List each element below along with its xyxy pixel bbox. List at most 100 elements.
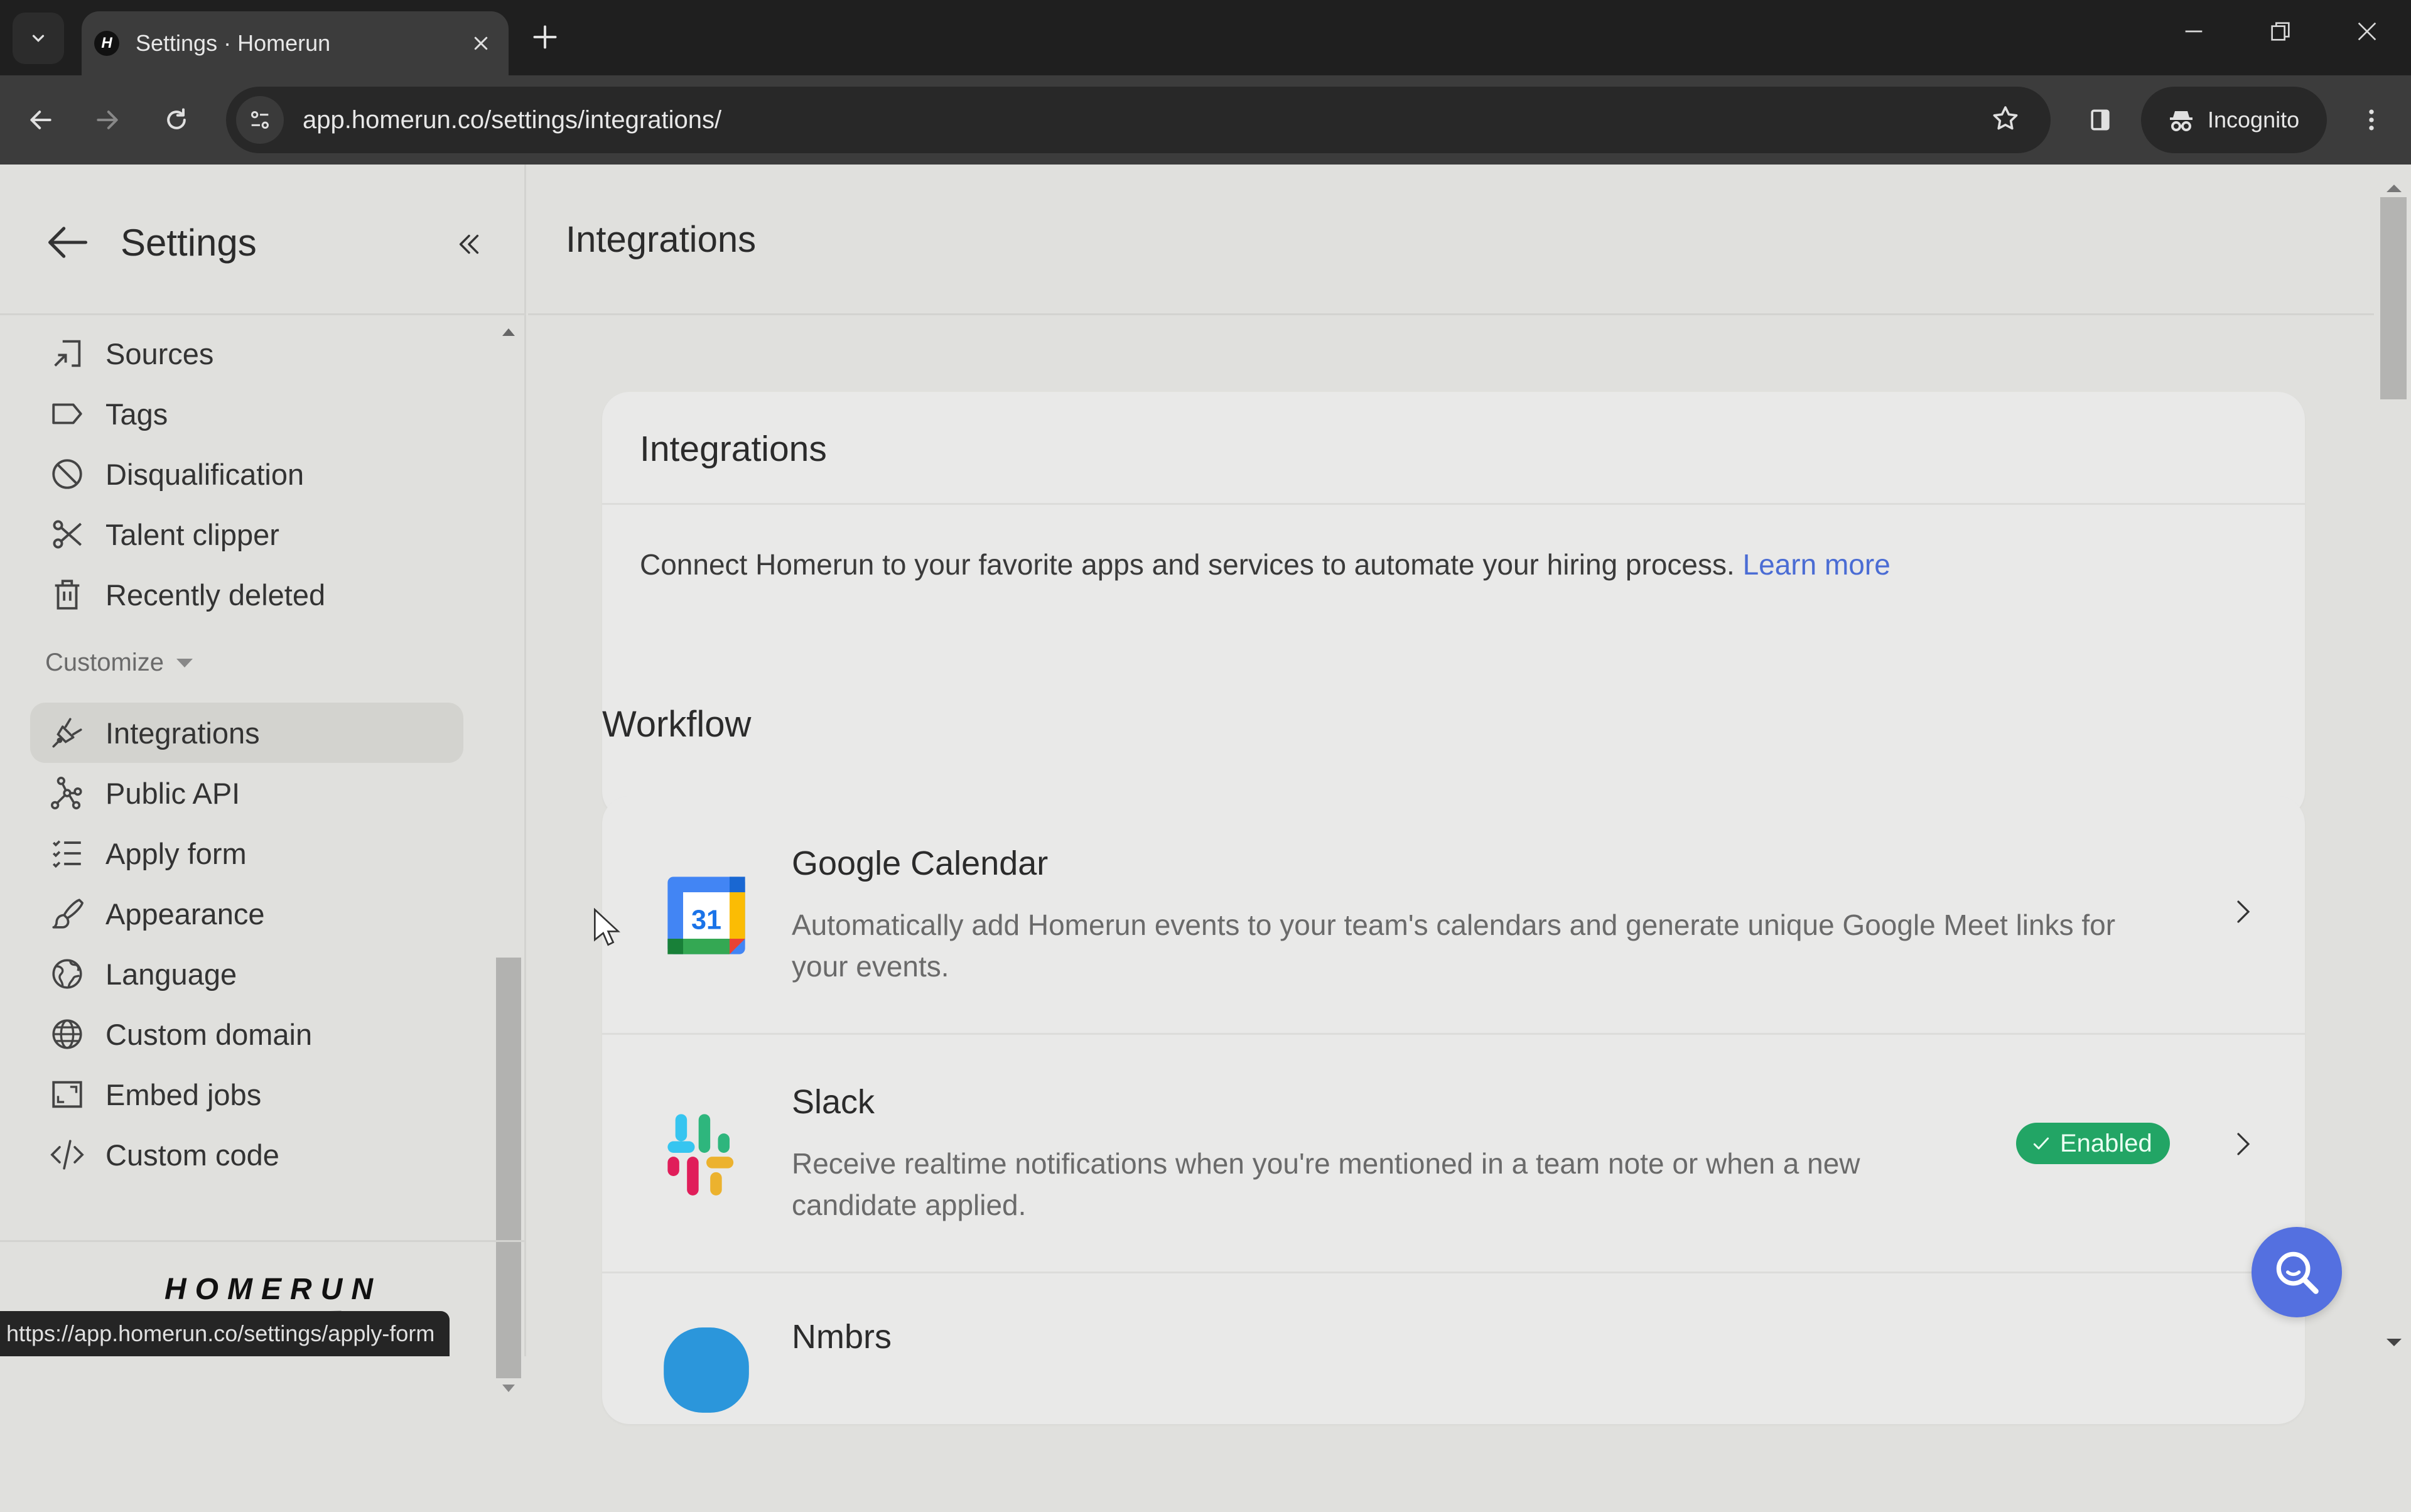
workflow-integrations-list: 31 Google Calendar Automatically add Hom… [602, 796, 2305, 1424]
arrow-right-icon [97, 111, 118, 129]
browser-toolbar: app.homerun.co/settings/integrations/ In… [0, 75, 2411, 165]
integration-name: Slack [792, 1083, 875, 1121]
integration-description: Receive realtime notifications when you'… [792, 1147, 1860, 1221]
site-info-button[interactable] [236, 96, 284, 144]
sidebar-section-customize[interactable]: Customize [45, 649, 193, 677]
tag-icon [46, 393, 88, 435]
side-panel-icon [2091, 109, 2110, 131]
homerun-favicon-icon: H [94, 31, 119, 56]
scroll-down-arrow-icon[interactable] [2387, 1339, 2402, 1346]
browser-tab-active[interactable]: H Settings · Homerun [82, 11, 509, 75]
sidebar-title: Settings [121, 222, 257, 264]
tab-title: Settings · Homerun [136, 30, 331, 56]
arrow-left-icon [30, 111, 51, 129]
api-nodes-icon [46, 772, 88, 814]
learn-more-link[interactable]: Learn more [1743, 548, 1891, 581]
reload-icon [167, 108, 186, 129]
more-vertical-icon [2369, 109, 2374, 131]
sidebar-item-label: Tags [105, 397, 168, 431]
plug-icon [46, 712, 88, 753]
sidebar-item-apply-form[interactable]: Apply form [30, 823, 463, 883]
scroll-down-arrow-icon[interactable] [502, 1385, 515, 1392]
sidebar-item-custom-code[interactable]: Custom code [30, 1125, 463, 1185]
minimize-button[interactable] [2181, 19, 2206, 50]
sidebar-item-tags[interactable]: Tags [30, 384, 463, 444]
main-scrollbar-thumb[interactable] [2380, 197, 2407, 399]
sidebar-item-appearance[interactable]: Appearance [30, 883, 463, 944]
minimize-icon [2185, 30, 2203, 33]
sidebar-item-talent-clipper[interactable]: Talent clipper [30, 504, 463, 564]
tab-close-button[interactable] [466, 28, 496, 58]
open-integration-button[interactable] [2223, 893, 2261, 931]
integration-row-slack[interactable]: Slack Receive realtime notifications whe… [602, 1035, 2305, 1273]
close-icon [474, 36, 488, 50]
sidebar-item-label: Apply form [105, 836, 247, 870]
google-calendar-logo-icon: 31 [660, 869, 753, 962]
settings-sidebar: Settings Sources Tags Disqualification T… [0, 165, 526, 1392]
sidebar-item-embed-jobs[interactable]: Embed jobs [30, 1064, 463, 1125]
back-to-app-button[interactable] [43, 217, 93, 267]
block-icon [46, 453, 88, 495]
browser-menu-button[interactable] [2348, 97, 2395, 143]
section-label: Customize [45, 649, 164, 676]
incognito-indicator[interactable]: Incognito [2141, 87, 2327, 153]
main-header: Integrations [528, 165, 2374, 315]
sidebar-item-public-api[interactable]: Public API [30, 763, 463, 823]
side-panel-button[interactable] [2077, 97, 2123, 143]
plus-icon [533, 25, 557, 49]
back-button[interactable] [18, 97, 64, 143]
close-icon [2358, 22, 2376, 41]
scroll-up-arrow-icon[interactable] [2387, 185, 2402, 192]
forward-button[interactable] [84, 97, 131, 143]
collapse-sidebar-button[interactable] [447, 222, 491, 266]
star-icon [1993, 105, 2018, 129]
calendar-day-text: 31 [691, 905, 721, 936]
sources-icon [46, 333, 88, 374]
status-badge-enabled: Enabled [2016, 1123, 2170, 1164]
sidebar-item-label: Embed jobs [105, 1077, 262, 1111]
url-text[interactable]: app.homerun.co/settings/integrations/ [303, 106, 1990, 134]
mouse-pointer-icon [593, 907, 621, 951]
sidebar-item-custom-domain[interactable]: Custom domain [30, 1004, 463, 1064]
scroll-up-arrow-icon[interactable] [502, 328, 515, 336]
embed-icon [46, 1074, 88, 1115]
integration-row-google-calendar[interactable]: 31 Google Calendar Automatically add Hom… [602, 796, 2305, 1035]
chevron-right-icon [2237, 900, 2250, 923]
sidebar-item-integrations[interactable]: Integrations [30, 703, 463, 763]
browser-tab-bar: H Settings · Homerun [0, 0, 2411, 75]
caret-down-icon [176, 658, 193, 667]
checklist-icon [46, 833, 88, 874]
new-tab-button[interactable] [531, 21, 559, 57]
check-icon [2033, 1137, 2049, 1150]
intro-text: Connect Homerun to your favorite apps an… [640, 548, 1735, 581]
intro-title: Integrations [640, 429, 827, 469]
main-scrollbar[interactable] [2379, 176, 2409, 1356]
globe-icon [46, 1013, 88, 1055]
sidebar-item-sources[interactable]: Sources [30, 323, 463, 384]
slack-logo-icon [660, 1106, 753, 1199]
sidebar-item-label: Language [105, 957, 237, 991]
link-preview-status: https://app.homerun.co/settings/apply-fo… [0, 1311, 450, 1356]
language-globe-icon [46, 953, 88, 995]
window-close-button[interactable] [2354, 19, 2380, 50]
open-integration-button[interactable] [2223, 1125, 2261, 1163]
reload-button[interactable] [153, 97, 200, 143]
help-search-icon [2276, 1251, 2319, 1294]
sidebar-item-recently-deleted[interactable]: Recently deleted [30, 564, 463, 625]
sidebar-item-label: Integrations [105, 716, 260, 750]
page-title: Integrations [566, 219, 757, 260]
tab-search-button[interactable] [13, 13, 64, 64]
help-search-button[interactable] [2252, 1227, 2342, 1317]
incognito-icon [2170, 111, 2193, 131]
sidebar-item-language[interactable]: Language [30, 944, 463, 1004]
intro-description: Connect Homerun to your favorite apps an… [640, 548, 1891, 581]
integration-row-nmbrs[interactable]: Nmbrs [602, 1273, 2305, 1512]
code-icon [46, 1134, 88, 1175]
sidebar-item-label: Public API [105, 776, 240, 810]
bookmark-button[interactable] [1990, 104, 2020, 137]
integrations-intro-card: Integrations Connect Homerun to your fav… [602, 392, 2305, 819]
restore-button[interactable] [2268, 19, 2293, 50]
sidebar-item-disqualification[interactable]: Disqualification [30, 444, 463, 504]
address-bar[interactable]: app.homerun.co/settings/integrations/ [226, 87, 2051, 153]
restore-icon [2271, 22, 2290, 41]
